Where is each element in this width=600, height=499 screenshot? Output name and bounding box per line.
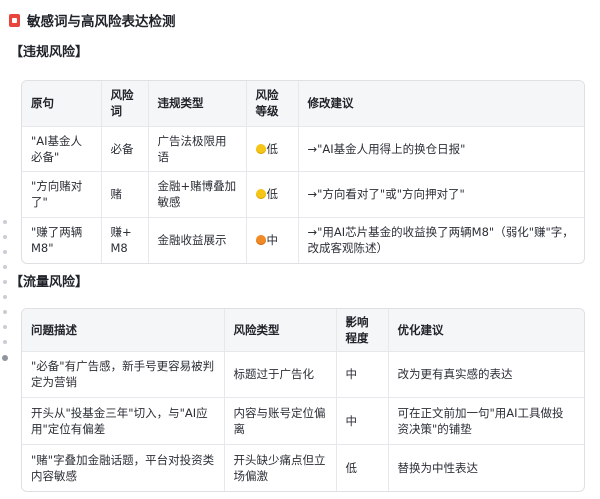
column-header: 原句 bbox=[22, 81, 102, 127]
cell-description: 开头从"投基金三年"切入，与"AI应用"定位有偏差 bbox=[22, 397, 225, 445]
section-heading-violation-risk: 【违规风险】 bbox=[10, 45, 89, 60]
cell-risk-word: 赚+M8 bbox=[101, 217, 149, 263]
cell-sentence: "方向赌对了" bbox=[22, 171, 102, 218]
column-header: 影响程度 bbox=[336, 309, 389, 352]
cell-risk-level: 低 bbox=[246, 171, 299, 218]
table-row: "AI基金人必备" 必备 广告法极限用语 低 →"AI基金人用得上的换仓日报" bbox=[22, 126, 584, 172]
cell-sentence: "赚了两辆M8" bbox=[22, 217, 102, 263]
document-title: 敏感词与高风险表达检测 bbox=[27, 14, 176, 30]
table-row: "方向赌对了" 赌 金融+赌博叠加敏感 低 →"方向看对了"或"方向押对了" bbox=[22, 171, 584, 218]
cell-risk-level: 低 bbox=[246, 126, 299, 172]
cell-risk-type: 内容与账号定位偏离 bbox=[224, 397, 337, 445]
cell-sentence: "AI基金人必备" bbox=[22, 126, 102, 172]
cell-description: "赌"字叠加金融话题，平台对投资类内容敏感 bbox=[22, 444, 225, 491]
cell-impact: 中 bbox=[336, 351, 389, 398]
cell-risk-type: 开头缺少痛点但立场偏激 bbox=[224, 444, 337, 491]
cell-suggestion: →"AI基金人用得上的换仓日报" bbox=[298, 126, 584, 172]
traffic-risk-table: 问题描述 风险类型 影响程度 优化建议 "必备"有广告感，新手号更容易被判定为营… bbox=[21, 308, 585, 492]
cell-suggestion: →"方向看对了"或"方向押对了" bbox=[298, 171, 584, 218]
column-header: 风险类型 bbox=[224, 309, 337, 352]
indicator-dot[interactable] bbox=[3, 295, 7, 299]
cell-suggestion: →"用AI芯片基金的收益换了两辆M8"（弱化"赚"字，改成客观陈述） bbox=[307, 225, 574, 256]
column-header: 优化建议 bbox=[388, 309, 584, 352]
section-heading-traffic-risk: 【流量风险】 bbox=[10, 275, 89, 290]
violation-risk-table: 原句 风险词 违规类型 风险等级 修改建议 "AI基金人必备" 必备 广告法极限… bbox=[21, 80, 585, 264]
cell-description: "必备"有广告感，新手号更容易被判定为营销 bbox=[22, 351, 225, 398]
cell-suggestion: 可在正文前加一句"用AI工具做投资决策"的铺垫 bbox=[388, 397, 584, 445]
cell-risk-type: 标题过于广告化 bbox=[224, 351, 337, 398]
column-header: 问题描述 bbox=[22, 309, 225, 352]
cell-impact: 中 bbox=[336, 397, 389, 445]
cell-violation-type: 金融收益展示 bbox=[148, 217, 247, 263]
table-header-row: 问题描述 风险类型 影响程度 优化建议 bbox=[22, 309, 584, 352]
column-header: 风险等级 bbox=[246, 81, 299, 127]
indicator-dot[interactable] bbox=[3, 235, 7, 239]
risk-level-text: 中 bbox=[266, 233, 279, 248]
indicator-dot[interactable] bbox=[3, 265, 7, 269]
document-title-row: 敏感词与高风险表达检测 bbox=[9, 10, 176, 30]
indicator-dot-active[interactable] bbox=[2, 355, 8, 361]
column-header: 风险词 bbox=[101, 81, 149, 127]
risk-level-text: 低 bbox=[266, 141, 279, 156]
table-row: "赌"字叠加金融话题，平台对投资类内容敏感 开头缺少痛点但立场偏激 低 替换为中… bbox=[22, 444, 584, 491]
table-header-row: 原句 风险词 违规类型 风险等级 修改建议 bbox=[22, 81, 584, 127]
indicator-dot[interactable] bbox=[3, 340, 7, 344]
scroll-position-indicator[interactable] bbox=[2, 220, 9, 372]
column-header: 修改建议 bbox=[298, 81, 584, 127]
indicator-dot[interactable] bbox=[3, 280, 7, 284]
column-header: 违规类型 bbox=[148, 81, 247, 127]
table-row: "赚了两辆M8" 赚+M8 金融收益展示 中 →"用AI芯片基金的收益换了两辆M… bbox=[22, 217, 584, 263]
cell-risk-word: 必备 bbox=[101, 126, 149, 172]
cell-suggestion: 改为更有真实感的表达 bbox=[388, 351, 584, 398]
indicator-dot[interactable] bbox=[3, 310, 7, 314]
cell-violation-type: 金融+赌博叠加敏感 bbox=[148, 171, 247, 218]
cell-violation-type: 广告法极限用语 bbox=[148, 126, 247, 172]
cell-impact: 低 bbox=[336, 444, 389, 491]
indicator-dot[interactable] bbox=[3, 250, 7, 254]
table-row: 开头从"投基金三年"切入，与"AI应用"定位有偏差 内容与账号定位偏离 中 可在… bbox=[22, 397, 584, 445]
indicator-dot[interactable] bbox=[3, 220, 7, 224]
red-document-icon bbox=[9, 13, 20, 27]
cell-suggestion: 替换为中性表达 bbox=[397, 460, 479, 475]
indicator-dot[interactable] bbox=[3, 325, 7, 329]
risk-level-text: 低 bbox=[266, 187, 279, 201]
yellow-circle-icon bbox=[255, 143, 266, 154]
cell-risk-word: 赌 bbox=[101, 171, 149, 218]
cell-risk-level: 中 bbox=[246, 217, 299, 263]
table-row: "必备"有广告感，新手号更容易被判定为营销 标题过于广告化 中 改为更有真实感的… bbox=[22, 351, 584, 398]
orange-circle-icon bbox=[255, 235, 266, 246]
yellow-circle-icon bbox=[255, 189, 266, 199]
